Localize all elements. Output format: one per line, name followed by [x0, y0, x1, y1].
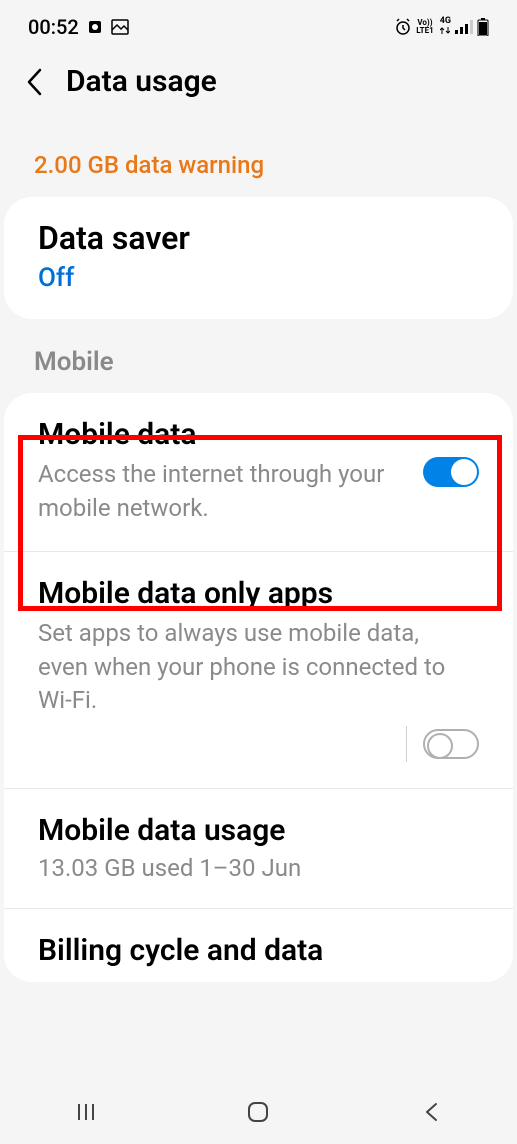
- home-button[interactable]: [244, 1098, 272, 1126]
- data-saver-title: Data saver: [38, 219, 479, 257]
- mobile-data-only-apps-item[interactable]: Mobile data only apps Set apps to always…: [4, 552, 513, 789]
- billing-cycle-title: Billing cycle and data: [38, 933, 479, 968]
- mobile-data-only-apps-title: Mobile data only apps: [38, 576, 479, 611]
- status-left: 00:52: [28, 15, 129, 39]
- mobile-data-usage-item[interactable]: Mobile data usage 13.03 GB used 1–30 Jun: [4, 789, 513, 909]
- mobile-data-usage-sub: 13.03 GB used 1–30 Jun: [38, 854, 479, 882]
- mobile-data-title: Mobile data: [38, 417, 479, 452]
- back-nav-button[interactable]: [417, 1098, 445, 1126]
- mobile-data-desc: Access the internet through your mobile …: [38, 458, 479, 525]
- content-area: Data usage 2.00 GB data warning Data sav…: [0, 50, 517, 1080]
- status-bar: 00:52 Vo)) LTE1 4G: [0, 0, 517, 50]
- mobile-data-only-apps-desc: Set apps to always use mobile data, even…: [38, 617, 479, 718]
- data-arrows-icon: [440, 26, 450, 38]
- mobile-section-label: Mobile: [0, 319, 517, 393]
- header: Data usage: [0, 50, 517, 119]
- mobile-card: Mobile data Access the internet through …: [4, 393, 513, 982]
- mobile-data-usage-title: Mobile data usage: [38, 813, 479, 848]
- data-saver-status: Off: [38, 263, 479, 293]
- alarm-icon: [394, 18, 412, 36]
- mobile-data-only-apps-toggle-container: [406, 726, 479, 762]
- toggle-divider: [406, 726, 407, 762]
- mobile-data-only-apps-toggle[interactable]: [423, 729, 479, 759]
- billing-cycle-item[interactable]: Billing cycle and data: [4, 909, 513, 968]
- volte-indicator: Vo)) LTE1: [416, 19, 434, 35]
- recent-apps-button[interactable]: [72, 1098, 100, 1126]
- page-title: Data usage: [66, 64, 217, 99]
- navigation-bar: [0, 1080, 517, 1144]
- lock-icon: [87, 19, 103, 35]
- back-button[interactable]: [20, 68, 48, 96]
- data-saver-card[interactable]: Data saver Off: [4, 197, 513, 319]
- status-time: 00:52: [28, 15, 79, 39]
- data-warning[interactable]: 2.00 GB data warning: [0, 119, 517, 197]
- image-icon: [111, 19, 129, 35]
- battery-icon: [477, 18, 489, 36]
- status-right: Vo)) LTE1 4G: [394, 17, 489, 38]
- network-indicator: 4G: [440, 17, 451, 38]
- mobile-data-toggle[interactable]: [423, 457, 479, 487]
- mobile-data-item[interactable]: Mobile data Access the internet through …: [4, 393, 513, 552]
- signal-icon: [455, 20, 473, 34]
